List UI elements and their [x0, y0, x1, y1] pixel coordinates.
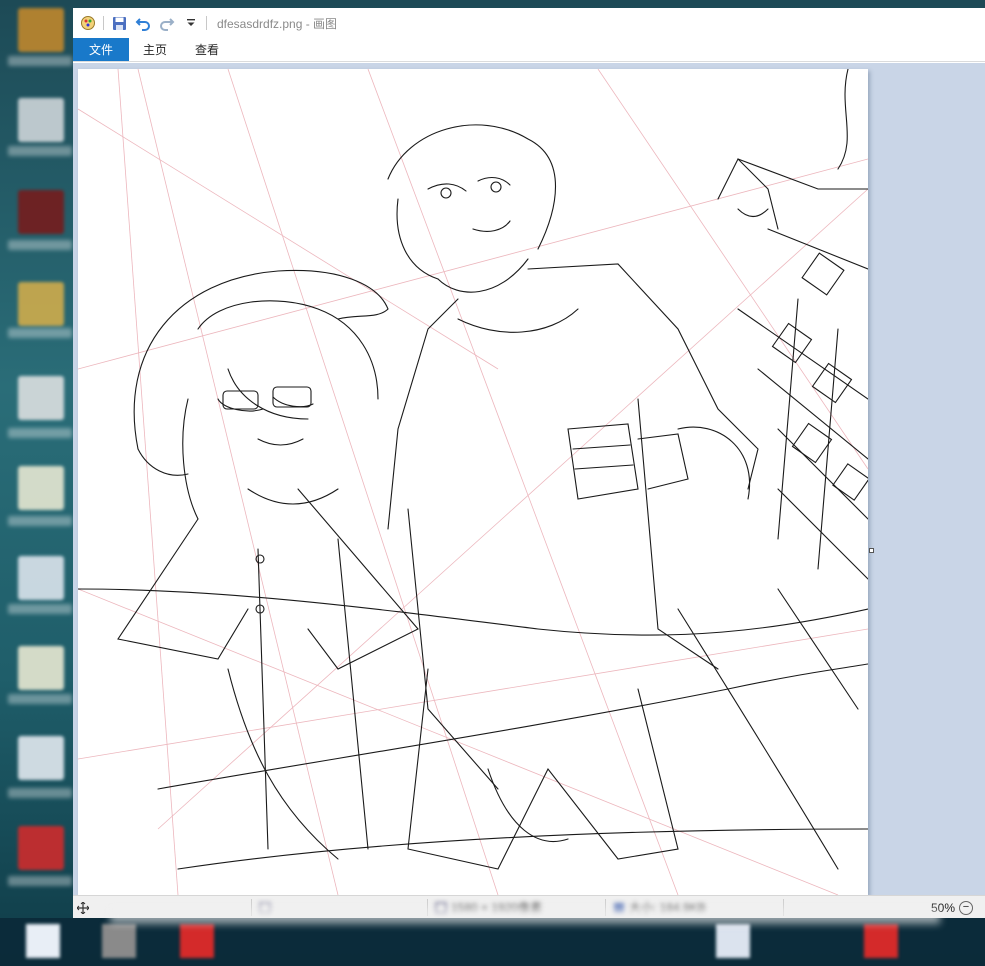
desktop-icon[interactable] [18, 282, 64, 326]
canvas-workspace[interactable] [73, 63, 985, 895]
desktop-icon[interactable] [18, 190, 64, 234]
undo-icon[interactable] [134, 14, 152, 32]
desktop-icon-label [8, 694, 72, 704]
desktop-icon-label [8, 788, 72, 798]
desktop-icon-label [8, 146, 72, 156]
desktop-icon-label [8, 56, 72, 66]
blurred-region [110, 908, 940, 924]
desktop-icon[interactable] [18, 556, 64, 600]
taskbar-item[interactable] [864, 924, 898, 958]
taskbar [0, 918, 985, 966]
zoom-out-button[interactable]: − [959, 900, 973, 915]
paint-app-icon[interactable] [79, 14, 97, 32]
taskbar-item[interactable] [102, 924, 136, 958]
taskbar-item[interactable] [180, 924, 214, 958]
window-title: dfesasdrdfz.png - 画图 [217, 16, 338, 31]
title-bar: dfesasdrdfz.png - 画图 [73, 8, 985, 38]
taskbar-item[interactable] [26, 924, 60, 958]
desktop-icon-label [8, 604, 72, 614]
canvas-resize-handle[interactable] [869, 548, 874, 553]
line-art-image [78, 69, 868, 895]
desktop-icon[interactable] [18, 646, 64, 690]
drawing-canvas[interactable] [78, 69, 868, 895]
desktop-icon[interactable] [18, 466, 64, 510]
redo-icon[interactable] [158, 14, 176, 32]
desktop-icon[interactable] [18, 736, 64, 780]
desktop-icon[interactable] [18, 826, 64, 870]
move-cursor-icon [77, 901, 89, 914]
paint-window: dfesasdrdfz.png - 画图 文件 主页 查看 50% − [73, 8, 985, 918]
desktop-icon[interactable] [18, 98, 64, 142]
save-icon[interactable] [110, 14, 128, 32]
taskbar-item[interactable] [716, 924, 750, 958]
customize-toolbar-chevron-down-icon[interactable] [182, 14, 200, 32]
desktop-icon-label [8, 428, 72, 438]
cursor-position [77, 896, 89, 919]
tab-file[interactable]: 文件 [73, 38, 129, 61]
desktop-icon-label [8, 516, 72, 526]
toolbar-separator [103, 16, 104, 30]
ribbon-tabs: 文件 主页 查看 [73, 38, 985, 62]
tab-view[interactable]: 查看 [181, 38, 233, 61]
desktop-icon-label [8, 328, 72, 338]
tab-home[interactable]: 主页 [129, 38, 181, 61]
toolbar-separator [206, 16, 207, 30]
desktop-icon-label [8, 876, 72, 886]
desktop-icon[interactable] [18, 8, 64, 52]
desktop-icon[interactable] [18, 376, 64, 420]
desktop-icon-label [8, 240, 72, 250]
